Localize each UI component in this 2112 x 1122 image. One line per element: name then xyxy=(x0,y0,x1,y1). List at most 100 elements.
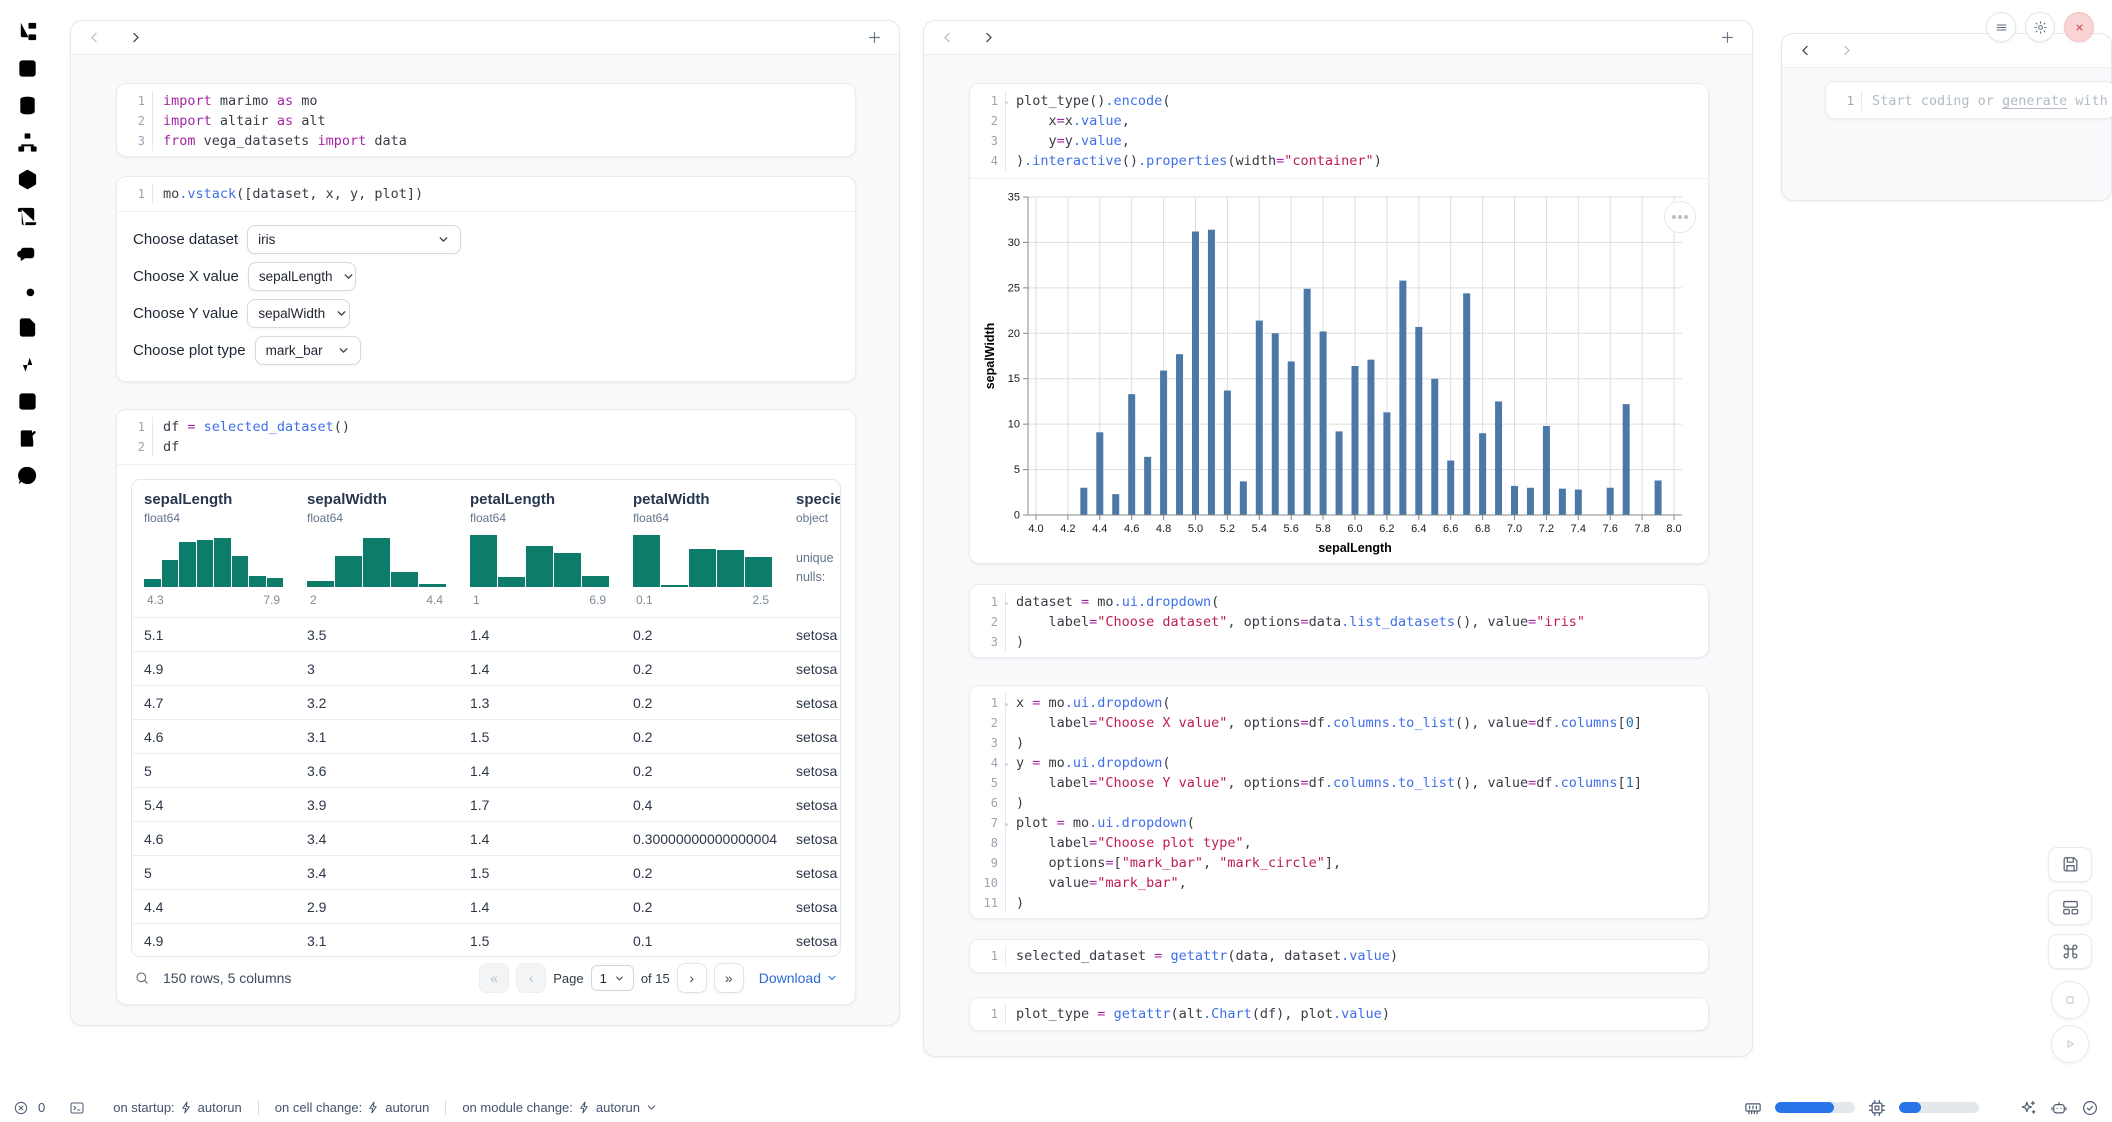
svg-text:5.0: 5.0 xyxy=(1188,523,1203,535)
column-dtype: float64 xyxy=(633,511,772,525)
code-editor[interactable]: 1plot_type = getattr(alt.Chart(df), plot… xyxy=(970,998,1708,1030)
column-name: petalWidth xyxy=(633,491,772,508)
chart-actions-button[interactable] xyxy=(1664,201,1696,233)
close-panel-button[interactable] xyxy=(2064,12,2094,42)
bolt-icon xyxy=(180,1101,193,1114)
code-editor[interactable]: 1import marimo as mo2import altair as al… xyxy=(117,84,855,157)
copilot-bot-icon[interactable] xyxy=(2050,1099,2068,1117)
fold-marker-icon[interactable]: ⌄ xyxy=(1004,698,1009,708)
code-editor[interactable]: 1⌄x = mo.ui.dropdown(2 label="Choose X v… xyxy=(970,686,1708,919)
terminal-icon[interactable] xyxy=(69,1100,85,1116)
code-line: 5 label="Choose Y value", options=df.col… xyxy=(970,773,1708,793)
fold-marker-icon[interactable]: ⌄ xyxy=(1004,96,1009,106)
chart-output: 4.04.24.44.64.85.05.25.45.65.86.06.26.46… xyxy=(970,179,1708,564)
plot-type-select[interactable]: mark_bar xyxy=(255,336,361,365)
table-row: 4.93.11.50.1setosa xyxy=(132,923,840,957)
chevron-right-icon[interactable] xyxy=(981,30,996,45)
x-value-select[interactable]: sepalLength xyxy=(248,262,356,291)
line-number: 1 xyxy=(117,91,153,111)
on-cell-change-mode[interactable]: on cell change: autorun xyxy=(275,1100,430,1115)
first-page-button[interactable]: « xyxy=(479,963,509,993)
page-select[interactable]: 1 xyxy=(591,965,634,991)
dataset-select[interactable]: iris xyxy=(247,225,461,254)
table-cell: 1.4 xyxy=(458,899,621,915)
bolt-icon xyxy=(367,1101,380,1114)
on-startup-mode[interactable]: on startup: autorun xyxy=(113,1100,242,1115)
column-header[interactable]: petalLengthfloat6416.9 xyxy=(458,491,621,617)
fold-marker-icon[interactable]: ⌄ xyxy=(1004,758,1009,768)
code-text: plot = mo.ui.dropdown( xyxy=(1006,813,1195,833)
chart-bar xyxy=(1463,293,1470,515)
fold-marker-icon[interactable]: ⌄ xyxy=(1004,597,1009,607)
file-tree-icon[interactable] xyxy=(16,20,39,43)
column-header[interactable]: petalWidth float64 0.12.5 xyxy=(621,491,784,617)
code-line: 1selected_dataset = getattr(data, datase… xyxy=(970,946,1708,966)
generate-with-ai-link[interactable]: generate xyxy=(2002,93,2067,109)
code-editor[interactable]: 1selected_dataset = getattr(data, datase… xyxy=(970,940,1708,972)
scratchpad-icon[interactable] xyxy=(16,427,39,450)
table-cell: 1.4 xyxy=(458,831,621,847)
search-icon[interactable] xyxy=(134,970,150,986)
row-count-summary: 150 rows, 5 columns xyxy=(163,970,291,986)
code-editor[interactable]: 1mo.vstack([dataset, x, y, plot]) xyxy=(117,177,855,211)
column-dtype: float64 xyxy=(307,511,446,525)
column-header[interactable]: speciesobjectuniquenulls: xyxy=(784,491,840,617)
code-text: y = mo.ui.dropdown( xyxy=(1006,753,1170,773)
layout-button[interactable] xyxy=(2048,890,2092,925)
interrupt-button[interactable] xyxy=(2051,981,2089,1019)
table-cell: 3.6 xyxy=(295,763,458,779)
prev-page-button[interactable]: ‹ xyxy=(516,963,546,993)
keyboard-shortcuts-button[interactable] xyxy=(2048,934,2092,969)
next-page-button[interactable]: › xyxy=(677,963,707,993)
snippets-icon[interactable] xyxy=(16,390,39,413)
code-editor[interactable]: 1 Start coding or generate with AI xyxy=(1826,82,2112,119)
add-cell-icon[interactable] xyxy=(1719,29,1736,46)
settings-button[interactable] xyxy=(2025,12,2055,42)
table-cell: 4.6 xyxy=(132,729,295,745)
column-header[interactable]: sepalWidthfloat6424.4 xyxy=(295,491,458,617)
table-row: 53.41.50.2setosa xyxy=(132,855,840,889)
dependency-graph-icon[interactable] xyxy=(16,131,39,154)
help-icon[interactable] xyxy=(16,464,39,487)
doc-search-icon[interactable] xyxy=(16,279,39,302)
errors-icon[interactable] xyxy=(13,1100,29,1116)
code-text: x = mo.ui.dropdown( xyxy=(1006,693,1170,713)
fold-marker-icon[interactable]: ⌄ xyxy=(1004,818,1009,828)
run-all-button[interactable] xyxy=(2051,1025,2089,1063)
histogram-range: 0.12.5 xyxy=(633,593,772,607)
package-icon[interactable] xyxy=(16,168,39,191)
chevron-right-icon[interactable] xyxy=(1839,43,1854,58)
code-editor[interactable]: 1df = selected_dataset()2df xyxy=(117,410,855,464)
code-editor[interactable]: 1⌄dataset = mo.ui.dropdown(2 label="Choo… xyxy=(970,585,1708,658)
column-header[interactable]: sepalLengthfloat644.37.9 xyxy=(132,491,295,617)
chevron-left-icon[interactable] xyxy=(940,30,955,45)
y-value-select[interactable]: sepalWidth xyxy=(247,299,350,328)
table-row: 4.63.41.40.30000000000000004setosa xyxy=(132,821,840,855)
line-number: 10 xyxy=(970,873,1006,893)
tracing-icon[interactable] xyxy=(16,353,39,376)
code-text: from vega_datasets import data xyxy=(153,131,407,151)
chevron-left-icon[interactable] xyxy=(87,30,102,45)
code-text: options=["mark_bar", "mark_circle"], xyxy=(1006,853,1341,873)
connection-status-icon[interactable] xyxy=(2081,1099,2099,1117)
database-icon[interactable] xyxy=(16,94,39,117)
line-number: 4⌄ xyxy=(970,753,1006,773)
ai-sparkles-icon[interactable] xyxy=(2019,1099,2037,1117)
save-notebook-button[interactable] xyxy=(2048,847,2092,882)
menu-button[interactable] xyxy=(1986,12,2016,42)
line-number: 2 xyxy=(970,713,1006,733)
logs-icon[interactable] xyxy=(16,205,39,228)
chat-icon[interactable] xyxy=(16,242,39,265)
code-line: 4).interactive().properties(width="conta… xyxy=(970,151,1708,171)
line-number: 1⌄ xyxy=(970,592,1006,612)
last-page-button[interactable]: » xyxy=(714,963,744,993)
add-cell-icon[interactable] xyxy=(866,29,883,46)
document-icon[interactable] xyxy=(16,316,39,339)
chart-bar xyxy=(1623,404,1630,515)
on-module-change-mode[interactable]: on module change: autorun xyxy=(462,1100,658,1115)
chevron-left-icon[interactable] xyxy=(1798,43,1813,58)
download-button[interactable]: Download xyxy=(759,970,838,986)
function-square-icon[interactable] xyxy=(16,57,39,80)
code-editor[interactable]: 1⌄plot_type().encode(2 x=x.value,3 y=y.v… xyxy=(970,84,1708,178)
chevron-right-icon[interactable] xyxy=(128,30,143,45)
